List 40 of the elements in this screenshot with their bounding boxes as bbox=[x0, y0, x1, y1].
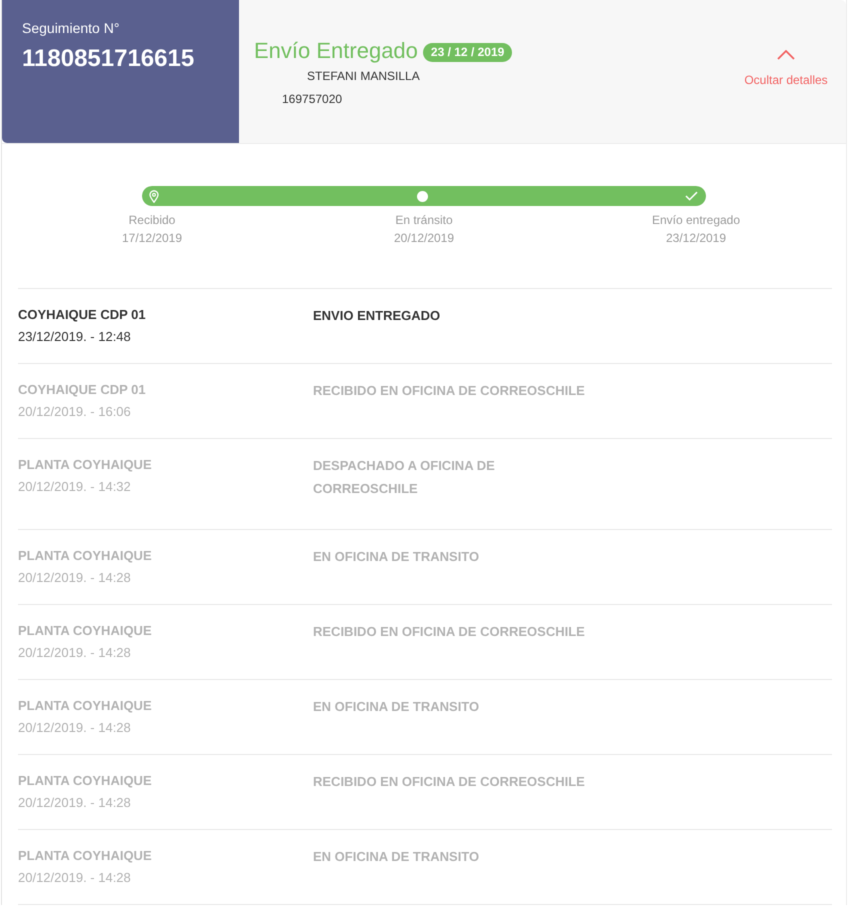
tracking-number: 1180851716615 bbox=[22, 44, 196, 74]
event-description: ENVIO ENTREGADO bbox=[313, 307, 442, 325]
event-location: PLANTA COYHAIQUE bbox=[18, 847, 153, 865]
event-datetime: 20/12/2019. - 14:28 bbox=[18, 869, 132, 887]
step-date: 23/12/2019 bbox=[666, 230, 726, 247]
event-location: PLANTA COYHAIQUE bbox=[18, 456, 153, 474]
event-description: DESPACHADO A OFICINA DE CORREOSCHILE bbox=[313, 457, 496, 498]
location-pin-icon bbox=[149, 190, 159, 202]
event-description: EN OFICINA DE TRANSITO bbox=[313, 848, 480, 866]
step-date: 20/12/2019 bbox=[394, 230, 454, 247]
step-label: Recibido bbox=[128, 212, 176, 229]
event-datetime: 20/12/2019. - 14:28 bbox=[18, 644, 132, 662]
event-location: PLANTA COYHAIQUE bbox=[18, 772, 153, 790]
event-description: RECIBIDO EN OFICINA DE CORREOSCHILE bbox=[313, 382, 586, 400]
event-description: EN OFICINA DE TRANSITO bbox=[313, 548, 480, 566]
dot-icon bbox=[416, 190, 428, 202]
event-location: PLANTA COYHAIQUE bbox=[18, 547, 153, 565]
event-location: COYHAIQUE CDP 01 bbox=[18, 306, 147, 324]
recipient-name: STEFANI MANSILLA bbox=[306, 68, 421, 84]
step-label: Envío entregado bbox=[652, 212, 740, 229]
event-datetime: 23/12/2019. - 12:48 bbox=[18, 328, 132, 346]
tracking-label: Seguimiento N° bbox=[22, 19, 120, 37]
delivery-status: Envío Entregado bbox=[254, 36, 418, 64]
event-description: EN OFICINA DE TRANSITO bbox=[313, 698, 480, 716]
check-icon bbox=[685, 191, 698, 201]
step-label: En tránsito bbox=[395, 212, 453, 229]
recipient-id: 169757020 bbox=[281, 90, 344, 108]
event-location: PLANTA COYHAIQUE bbox=[18, 622, 153, 640]
event-description: RECIBIDO EN OFICINA DE CORREOSCHILE bbox=[313, 773, 586, 791]
event-datetime: 20/12/2019. - 14:28 bbox=[18, 719, 132, 737]
event-datetime: 20/12/2019. - 16:06 bbox=[18, 403, 132, 421]
event-datetime: 20/12/2019. - 14:28 bbox=[18, 569, 132, 587]
event-location: COYHAIQUE CDP 01 bbox=[18, 381, 147, 399]
event-datetime: 20/12/2019. - 14:32 bbox=[18, 478, 132, 496]
event-description: RECIBIDO EN OFICINA DE CORREOSCHILE bbox=[313, 623, 586, 641]
event-location: PLANTA COYHAIQUE bbox=[18, 697, 153, 715]
step-date: 17/12/2019 bbox=[122, 230, 182, 247]
status-date-badge: 23 / 12 / 2019 bbox=[422, 42, 512, 62]
hide-details-button[interactable]: Ocultar detalles bbox=[736, 50, 836, 87]
event-datetime: 20/12/2019. - 14:28 bbox=[18, 794, 132, 812]
